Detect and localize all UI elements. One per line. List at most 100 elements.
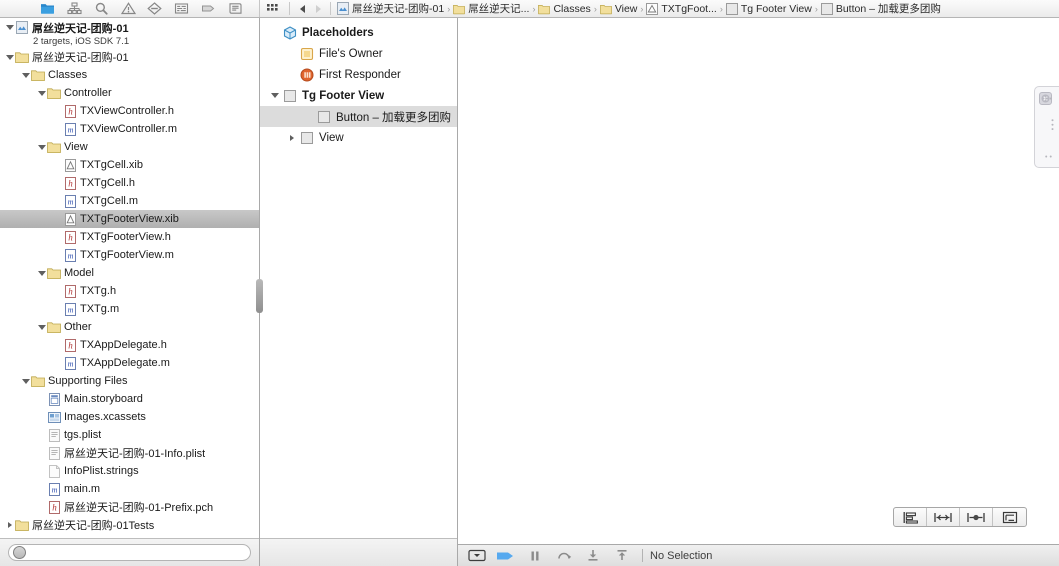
tree-row-project[interactable]: 屌丝逆天记-团购-01 (0, 20, 259, 35)
tree-row[interactable]: 屌丝逆天记-团购-01-Info.plist (0, 444, 259, 462)
diamond-icon[interactable] (146, 2, 163, 16)
header-file-icon: h (63, 284, 77, 298)
tree-row[interactable]: Supporting Files (0, 372, 259, 390)
tree-row[interactable]: m TXTgFooterView.m (0, 246, 259, 264)
tree-row-label: Images.xcassets (64, 411, 146, 423)
grid-icon[interactable] (264, 2, 282, 16)
tree-row[interactable]: 屌丝逆天记-团购-01 (0, 48, 259, 66)
tree-row[interactable]: Other (0, 318, 259, 336)
outline-row[interactable]: Placeholders (260, 22, 457, 43)
tree-row[interactable]: TXTgFooterView.xib (0, 210, 259, 228)
disclosure-triangle[interactable] (36, 144, 47, 150)
step-over-button[interactable] (522, 548, 548, 564)
header-file-icon: h (63, 230, 77, 244)
tree-row[interactable]: 屌丝逆天记-团购-01Tests (0, 516, 259, 534)
search-input[interactable] (8, 544, 251, 561)
hide-debug-area-button[interactable] (464, 548, 490, 564)
breadcrumb-item[interactable]: Button – 加载更多团购 (819, 0, 943, 17)
back-arrow-icon[interactable] (294, 2, 310, 16)
tree-row[interactable]: m TXAppDelegate.m (0, 354, 259, 372)
step-out-button[interactable] (580, 548, 606, 564)
files-owner-icon (299, 47, 315, 61)
disclosure-triangle[interactable] (4, 54, 15, 60)
tree-row-label: TXTg.h (80, 285, 117, 297)
align-button[interactable] (894, 508, 927, 526)
tree-row[interactable]: m TXViewController.m (0, 120, 259, 138)
breadcrumb-item[interactable]: Classes (536, 0, 592, 17)
outline-row[interactable]: View (260, 127, 457, 148)
tree-row[interactable]: Classes (0, 66, 259, 84)
svg-text:m: m (67, 305, 73, 314)
tree-row[interactable]: h TXViewController.h (0, 102, 259, 120)
pin-button[interactable] (927, 508, 960, 526)
svg-text:m: m (67, 251, 73, 260)
source-file-icon: m (63, 194, 77, 208)
breadcrumb-item[interactable]: View (598, 0, 640, 17)
breadcrumb-label: TXTgFoot... (661, 2, 717, 15)
warning-triangle-icon[interactable] (120, 2, 137, 16)
xib-file-icon (63, 212, 77, 226)
divider (330, 2, 331, 15)
tree-row[interactable]: Images.xcassets (0, 408, 259, 426)
header-file-icon: h (63, 176, 77, 190)
tree-row[interactable]: h 屌丝逆天记-团购-01-Prefix.pch (0, 498, 259, 516)
continue-button[interactable] (493, 548, 519, 564)
tree-row[interactable]: h TXTgFooterView.h (0, 228, 259, 246)
view-frame[interactable]: ••• ••• ••• ••• •• •• •• •• 加载更多团购 (1034, 86, 1059, 168)
tree-row[interactable]: Controller (0, 84, 259, 102)
outline-row[interactable]: First Responder (260, 64, 457, 85)
tree-row[interactable]: View (0, 138, 259, 156)
tree-row[interactable]: Frameworks (0, 534, 259, 538)
disclosure-triangle[interactable] (20, 72, 31, 78)
resolve-issues-button[interactable] (960, 508, 993, 526)
constraint-dots-bl: •• (1045, 154, 1054, 161)
outline-row[interactable]: Tg Footer View (260, 85, 457, 106)
breadcrumb-label: Classes (553, 2, 591, 15)
disclosure-triangle[interactable] (36, 324, 47, 330)
disclosure-triangle[interactable] (4, 25, 15, 30)
breadcrumb-item[interactable]: Tg Footer View (724, 0, 814, 17)
outline-row[interactable]: File's Owner (260, 43, 457, 64)
breadcrumb-item[interactable]: TXTgFoot... (644, 0, 718, 17)
tree-row[interactable]: m main.m (0, 480, 259, 498)
source-file-icon: m (63, 356, 77, 370)
list-icon[interactable] (173, 2, 190, 16)
folder-icon[interactable] (39, 2, 56, 16)
tree-row[interactable]: Main.storyboard (0, 390, 259, 408)
interface-builder-canvas[interactable]: ••• ••• ••• ••• •• •• •• •• 加载更多团购 (458, 18, 1059, 544)
folder-icon (31, 375, 45, 387)
search-icon[interactable] (93, 2, 110, 16)
forward-arrow-icon[interactable] (310, 2, 326, 16)
tree-row[interactable]: InfoPlist.strings (0, 462, 259, 480)
disclosure-triangle[interactable] (4, 522, 15, 528)
tree-row[interactable]: h TXTg.h (0, 282, 259, 300)
svg-text:h: h (68, 106, 73, 116)
bookmark-icon[interactable] (200, 2, 217, 16)
report-icon[interactable] (227, 2, 244, 16)
disclosure-triangle[interactable] (20, 378, 31, 384)
tree-row-label: TXTgFooterView.m (80, 249, 174, 261)
disclosure-triangle[interactable] (36, 90, 47, 96)
tree-row[interactable]: m TXTg.m (0, 300, 259, 318)
outline-row[interactable]: Button – 加载更多团购 (260, 106, 457, 127)
svg-text:h: h (68, 286, 73, 296)
step-out-extra-button[interactable] (609, 548, 635, 564)
disclosure-triangle[interactable] (285, 134, 299, 141)
tree-row[interactable]: Model (0, 264, 259, 282)
breadcrumb-item[interactable]: 屌丝逆天记-团购-01 (335, 0, 446, 17)
splitter-handle[interactable] (256, 279, 263, 313)
breadcrumb-item[interactable]: 屌丝逆天记... (451, 0, 531, 17)
disclosure-triangle[interactable] (36, 270, 47, 276)
svg-text:h: h (52, 502, 57, 512)
disclosure-triangle[interactable] (268, 93, 282, 98)
breadcrumb-label: 屌丝逆天记... (468, 3, 530, 15)
tree-row[interactable]: TXTgCell.xib (0, 156, 259, 174)
tree-row[interactable]: h TXAppDelegate.h (0, 336, 259, 354)
step-into-button[interactable] (551, 548, 577, 564)
tree-row[interactable]: tgs.plist (0, 426, 259, 444)
tree-row[interactable]: h TXTgCell.h (0, 174, 259, 192)
hierarchy-icon[interactable] (66, 2, 83, 16)
resizing-behavior-button[interactable] (993, 508, 1026, 526)
view-icon (820, 2, 833, 15)
tree-row[interactable]: m TXTgCell.m (0, 192, 259, 210)
